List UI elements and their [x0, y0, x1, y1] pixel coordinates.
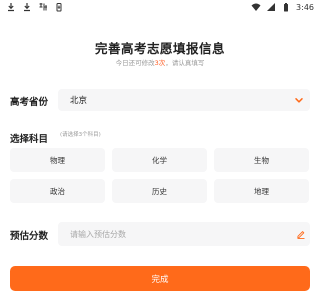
subject-option-geography[interactable]: 地理 [214, 179, 309, 203]
subjects-title: 选择科目 [10, 134, 49, 145]
download-icon [8, 3, 14, 12]
score-row: 预估分数 [10, 222, 310, 246]
province-value: 北京 [70, 96, 88, 106]
page-title: 完善高考志愿填报信息 [94, 41, 225, 56]
edit-icon [297, 231, 305, 239]
score-input[interactable] [58, 222, 310, 246]
status-bar-right: 3:46 [251, 2, 314, 12]
status-bar-time: 3:46 [296, 2, 314, 12]
subject-option-politics[interactable]: 政治 [10, 179, 105, 203]
app-icon [39, 3, 47, 11]
score-label: 预估分数 [10, 231, 49, 242]
subtitle-suffix: ，请认真填写 [165, 59, 205, 67]
signal-icon [267, 3, 276, 11]
subject-option-history[interactable]: 历史 [112, 179, 207, 203]
battery-icon [284, 3, 289, 12]
battery-saver-icon [56, 3, 62, 12]
wifi-icon [251, 3, 261, 11]
chevron-down-icon [295, 98, 303, 103]
subject-option-biology[interactable]: 生物 [214, 148, 309, 172]
subjects-header: 选择科目 (请选择3个科目) [10, 127, 101, 145]
done-button[interactable]: 完成 [10, 266, 310, 291]
remaining-count: 3次 [154, 59, 166, 67]
subtitle-prefix: 今日还可修改 [115, 59, 155, 67]
province-row: 高考省份 北京 [10, 89, 310, 111]
download-icon [24, 3, 30, 12]
status-bar-left [6, 2, 64, 12]
status-bar: 3:46 [0, 0, 320, 14]
page-subtitle: 今日还可修改3次，请认真填写 [0, 57, 320, 67]
subject-option-chemistry[interactable]: 化学 [112, 148, 207, 172]
province-label: 高考省份 [10, 97, 49, 108]
province-select[interactable]: 北京 [58, 89, 310, 111]
subjects-hint: (请选择3个科目) [60, 132, 101, 138]
subject-option-physics[interactable]: 物理 [10, 148, 105, 172]
subjects-grid: 物理 化学 生物 政治 历史 地理 [10, 148, 310, 203]
